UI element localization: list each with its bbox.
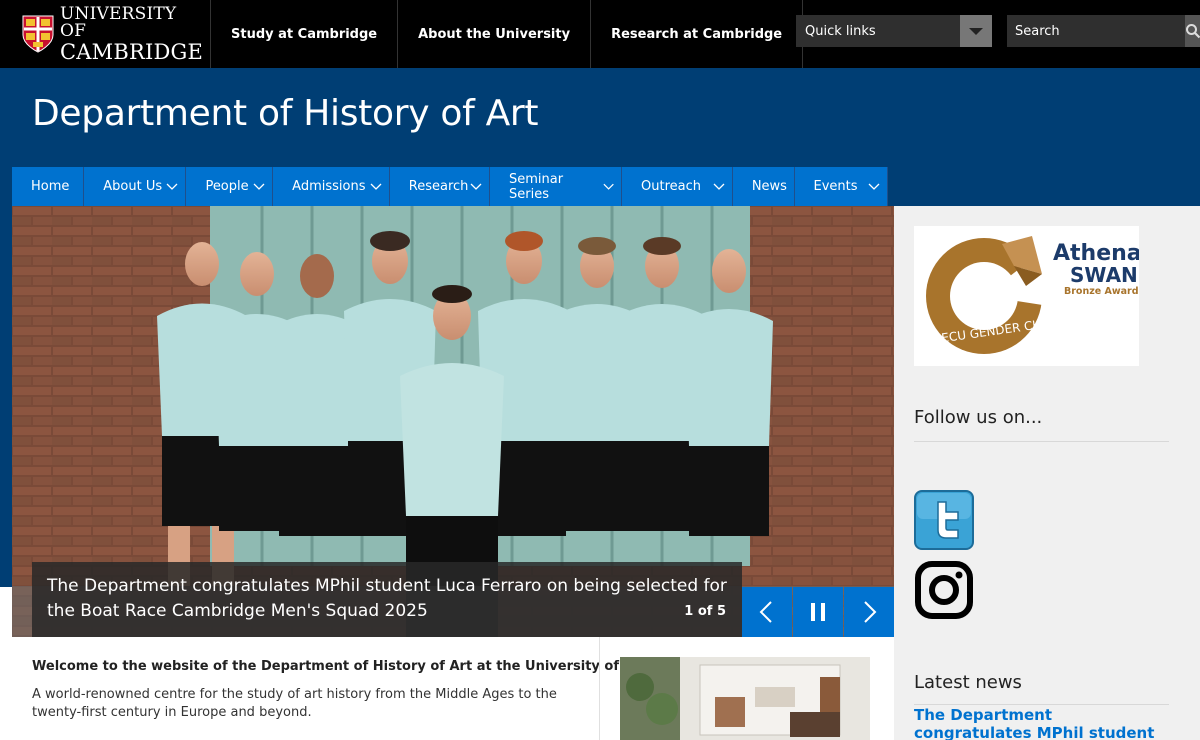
carousel-prev-button[interactable]	[742, 587, 792, 637]
latest-news-divider	[914, 704, 1169, 705]
chevron-left-icon	[759, 601, 772, 623]
nav-seminar-series-label: Seminar Series	[508, 171, 564, 202]
follow-divider	[914, 441, 1169, 442]
nav-news[interactable]: News	[733, 167, 795, 206]
logo-line1: UNIVERSITY OF	[60, 3, 177, 41]
athena-swan-badge[interactable]: Athena SWAN Bronze Award ECU GENDER CHAR…	[914, 226, 1142, 366]
nav-seminar-series[interactable]: Seminar Series	[490, 167, 622, 206]
nav-home-label: Home	[31, 179, 70, 194]
chevron-down-icon[interactable]	[867, 180, 881, 194]
search-icon	[1186, 24, 1200, 39]
latest-news-item[interactable]: The Department congratulates MPhil stude…	[914, 706, 1174, 740]
athena-award: Bronze Award	[1064, 286, 1139, 297]
nav-people-label: People	[205, 179, 249, 194]
welcome-heading: Welcome to the website of the Department…	[32, 659, 703, 674]
instagram-link[interactable]	[914, 560, 974, 620]
chevron-right-icon	[864, 601, 877, 623]
nav-events[interactable]: Events	[795, 167, 888, 206]
search-box	[1007, 15, 1200, 47]
content-divider	[599, 637, 600, 740]
nav-admissions[interactable]: Admissions	[273, 167, 390, 206]
page-title[interactable]: Department of History of Art	[32, 93, 539, 134]
carousel-caption-text[interactable]: The Department congratulates MPhil stude…	[47, 574, 727, 624]
top-navigation: Study at Cambridge About the University …	[210, 0, 804, 68]
quick-links-label: Quick links	[805, 23, 876, 39]
intro-text: A world-renowned centre for the study of…	[32, 687, 557, 720]
hero-carousel[interactable]: The Department congratulates MPhil stude…	[12, 206, 894, 637]
sidebar: Athena SWAN Bronze Award ECU GENDER CHAR…	[894, 206, 1200, 740]
chevron-down-icon[interactable]	[712, 180, 726, 194]
chevron-down-icon[interactable]	[165, 180, 179, 194]
nav-about-us[interactable]: About Us	[84, 167, 187, 206]
carousel-pause-button[interactable]	[793, 587, 843, 637]
chevron-down-icon[interactable]	[369, 180, 383, 194]
nav-outreach[interactable]: Outreach	[622, 167, 733, 206]
nav-about-us-label: About Us	[103, 179, 163, 194]
university-topbar: UNIVERSITY OF CAMBRIDGE Study at Cambrid…	[0, 0, 1200, 68]
latest-news-heading: Latest news	[914, 672, 1022, 693]
topnav-about[interactable]: About the University	[397, 0, 590, 68]
chevron-down-icon[interactable]	[252, 180, 266, 194]
nav-home[interactable]: Home	[12, 167, 85, 206]
search-button[interactable]	[1185, 15, 1200, 47]
university-logo[interactable]: UNIVERSITY OF CAMBRIDGE	[22, 5, 203, 62]
nav-news-label: News	[751, 179, 787, 194]
quick-links-dropdown[interactable]: Quick links	[796, 15, 992, 47]
pause-icon	[811, 603, 825, 621]
nav-research[interactable]: Research	[390, 167, 490, 206]
chevron-down-icon[interactable]	[960, 15, 992, 47]
nav-people[interactable]: People	[186, 167, 274, 206]
nav-research-label: Research	[408, 179, 469, 194]
carousel-next-button[interactable]	[844, 587, 894, 637]
chevron-down-icon[interactable]	[469, 180, 483, 194]
carousel-caption[interactable]: The Department congratulates MPhil stude…	[32, 562, 742, 637]
nav-events-label: Events	[813, 179, 858, 194]
topnav-study[interactable]: Study at Cambridge	[210, 0, 397, 68]
logo-line2: CAMBRIDGE	[60, 39, 204, 64]
follow-heading: Follow us on...	[914, 407, 1043, 428]
instagram-icon	[915, 561, 973, 619]
twitter-icon	[914, 490, 974, 550]
topnav-research[interactable]: Research at Cambridge	[590, 0, 804, 68]
department-navigation: Home About Us People Admissions Research…	[12, 167, 888, 206]
carousel-counter: 1 of 5	[684, 604, 726, 619]
twitter-link[interactable]	[914, 490, 974, 550]
nav-outreach-label: Outreach	[641, 179, 701, 194]
search-input[interactable]	[1007, 15, 1185, 47]
nav-admissions-label: Admissions	[292, 179, 366, 194]
athena-line2: SWAN	[1070, 263, 1138, 287]
chevron-down-icon[interactable]	[602, 180, 615, 194]
crest-icon	[22, 15, 54, 53]
feature-thumbnail[interactable]	[620, 657, 870, 740]
